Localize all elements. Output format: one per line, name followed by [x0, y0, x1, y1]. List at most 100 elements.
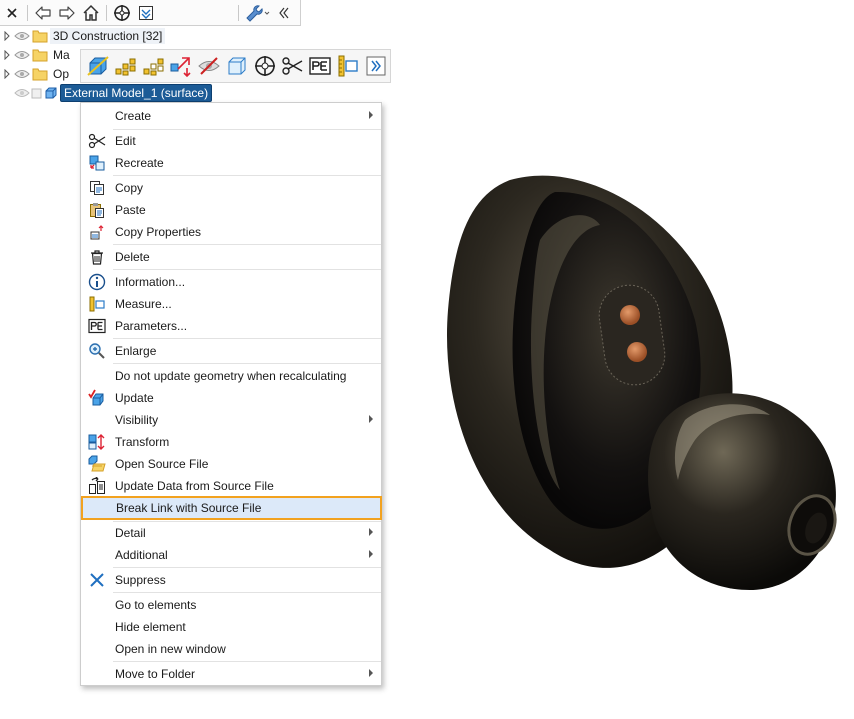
- forward-button[interactable]: [55, 1, 79, 25]
- eye-icon[interactable]: [14, 50, 30, 60]
- menu-item-label: Recreate: [115, 156, 164, 170]
- target-icon: [254, 56, 275, 76]
- filter-button[interactable]: [134, 1, 158, 25]
- eye-icon[interactable]: [14, 69, 30, 79]
- open-source-file-icon: [88, 455, 106, 472]
- menu-item-edit[interactable]: Edit: [81, 130, 381, 152]
- paste-icon: [90, 203, 104, 218]
- menu-item-label: Information...: [115, 275, 186, 289]
- measure-icon: [338, 55, 358, 77]
- target-tool-button[interactable]: [251, 52, 279, 80]
- menu-item-transform[interactable]: Transform: [81, 431, 381, 453]
- home-icon: [83, 4, 99, 21]
- menu-item-do-not-update-geometry[interactable]: Do not update geometry when recalculatin…: [81, 365, 381, 387]
- tree-label[interactable]: External Model_1 (surface): [60, 84, 213, 102]
- menu-separator: [113, 269, 381, 270]
- menu-item-break-link[interactable]: Break Link with Source File: [81, 496, 382, 520]
- menu-item-measure[interactable]: Measure...: [81, 293, 381, 315]
- solid-box-icon: [87, 56, 109, 76]
- box-button[interactable]: [223, 52, 251, 80]
- close-icon: [7, 7, 17, 18]
- collapse-icon: [279, 7, 289, 18]
- dots-pattern-button[interactable]: [112, 52, 140, 80]
- menu-item-update-data-from-source[interactable]: Update Data from Source File: [81, 475, 381, 497]
- tree-row[interactable]: 3D Construction [32]: [0, 27, 166, 45]
- menu-item-label: Measure...: [115, 297, 172, 311]
- suppress-x-icon: [90, 573, 104, 587]
- back-button[interactable]: [31, 1, 55, 25]
- menu-item-copy[interactable]: Copy: [81, 177, 381, 199]
- hide-button[interactable]: [195, 52, 223, 80]
- submenu-arrow-icon: [369, 669, 373, 677]
- menu-item-additional[interactable]: Additional: [81, 544, 381, 566]
- transform-button[interactable]: [167, 52, 195, 80]
- parameters-icon: [309, 57, 332, 75]
- tree-label[interactable]: 3D Construction [32]: [50, 28, 166, 44]
- menu-item-suppress[interactable]: Suppress: [81, 569, 381, 591]
- solid-box-button[interactable]: [84, 52, 112, 80]
- menu-separator: [113, 363, 381, 364]
- charging-contact-bottom: [627, 342, 647, 362]
- menu-item-update[interactable]: Update: [81, 387, 381, 409]
- charging-contact-top: [620, 305, 640, 325]
- submenu-arrow-icon: [369, 550, 373, 558]
- more-tools-button[interactable]: [362, 52, 390, 80]
- eye-icon[interactable]: [14, 88, 30, 98]
- menu-item-label: Suppress: [115, 573, 166, 587]
- expand-icon[interactable]: [3, 31, 11, 41]
- dots-pattern-2-icon: [143, 58, 164, 76]
- earbud-3d-model[interactable]: [440, 170, 854, 600]
- parameters-button[interactable]: [307, 52, 335, 80]
- tree-row[interactable]: Ma: [0, 46, 73, 64]
- tree-row-selected[interactable]: External Model_1 (surface): [14, 84, 213, 102]
- menu-item-visibility[interactable]: Visibility: [81, 409, 381, 431]
- menu-item-label: Copy: [115, 181, 144, 195]
- zoom-in-icon: [89, 343, 105, 359]
- folder-icon: [32, 30, 48, 43]
- menu-item-create[interactable]: Create: [81, 105, 381, 127]
- copy-properties-icon: [90, 225, 104, 240]
- menu-item-label: Move to Folder: [115, 667, 196, 681]
- menu-item-label: Create: [115, 109, 152, 123]
- menu-item-move-to-folder[interactable]: Move to Folder: [81, 663, 381, 685]
- menu-item-label: Transform: [115, 435, 170, 449]
- wrench-button[interactable]: [242, 1, 272, 25]
- update-icon: [88, 389, 104, 406]
- ear-tip: [648, 393, 836, 590]
- menu-separator: [113, 175, 381, 176]
- menu-item-label: Paste: [115, 203, 146, 217]
- menu-item-copy-properties[interactable]: Copy Properties: [81, 221, 381, 243]
- measure-button[interactable]: [334, 52, 362, 80]
- tree-label[interactable]: Op: [50, 66, 72, 82]
- menu-item-label: Hide element: [115, 620, 186, 634]
- measure-icon: [89, 296, 105, 312]
- tree-row[interactable]: Op: [0, 65, 72, 83]
- tree-label[interactable]: Ma: [50, 47, 73, 63]
- menu-item-open-in-new-window[interactable]: Open in new window: [81, 638, 381, 660]
- parameters-icon: [88, 318, 106, 334]
- menu-item-enlarge[interactable]: Enlarge: [81, 340, 381, 362]
- menu-item-delete[interactable]: Delete: [81, 246, 381, 268]
- external-model-icon: [31, 87, 57, 99]
- submenu-arrow-icon: [369, 415, 373, 423]
- eye-icon[interactable]: [14, 31, 30, 41]
- dots-pattern-2-button[interactable]: [140, 52, 168, 80]
- collapse-button[interactable]: [272, 1, 296, 25]
- menu-item-open-source-file[interactable]: Open Source File: [81, 453, 381, 475]
- menu-item-recreate[interactable]: Recreate: [81, 152, 381, 174]
- menu-item-paste[interactable]: Paste: [81, 199, 381, 221]
- menu-item-go-to-elements[interactable]: Go to elements: [81, 594, 381, 616]
- menu-item-parameters[interactable]: Parameters...: [81, 315, 381, 337]
- close-button[interactable]: [0, 1, 24, 25]
- menu-item-detail[interactable]: Detail: [81, 522, 381, 544]
- submenu-arrow-icon: [369, 111, 373, 119]
- target-button[interactable]: [110, 1, 134, 25]
- home-button[interactable]: [79, 1, 103, 25]
- menu-item-information[interactable]: Information...: [81, 271, 381, 293]
- menu-separator: [113, 244, 381, 245]
- scissors-icon: [88, 133, 106, 149]
- expand-icon[interactable]: [3, 69, 11, 79]
- menu-item-hide-element[interactable]: Hide element: [81, 616, 381, 638]
- scissors-button[interactable]: [279, 52, 307, 80]
- expand-icon[interactable]: [3, 50, 11, 60]
